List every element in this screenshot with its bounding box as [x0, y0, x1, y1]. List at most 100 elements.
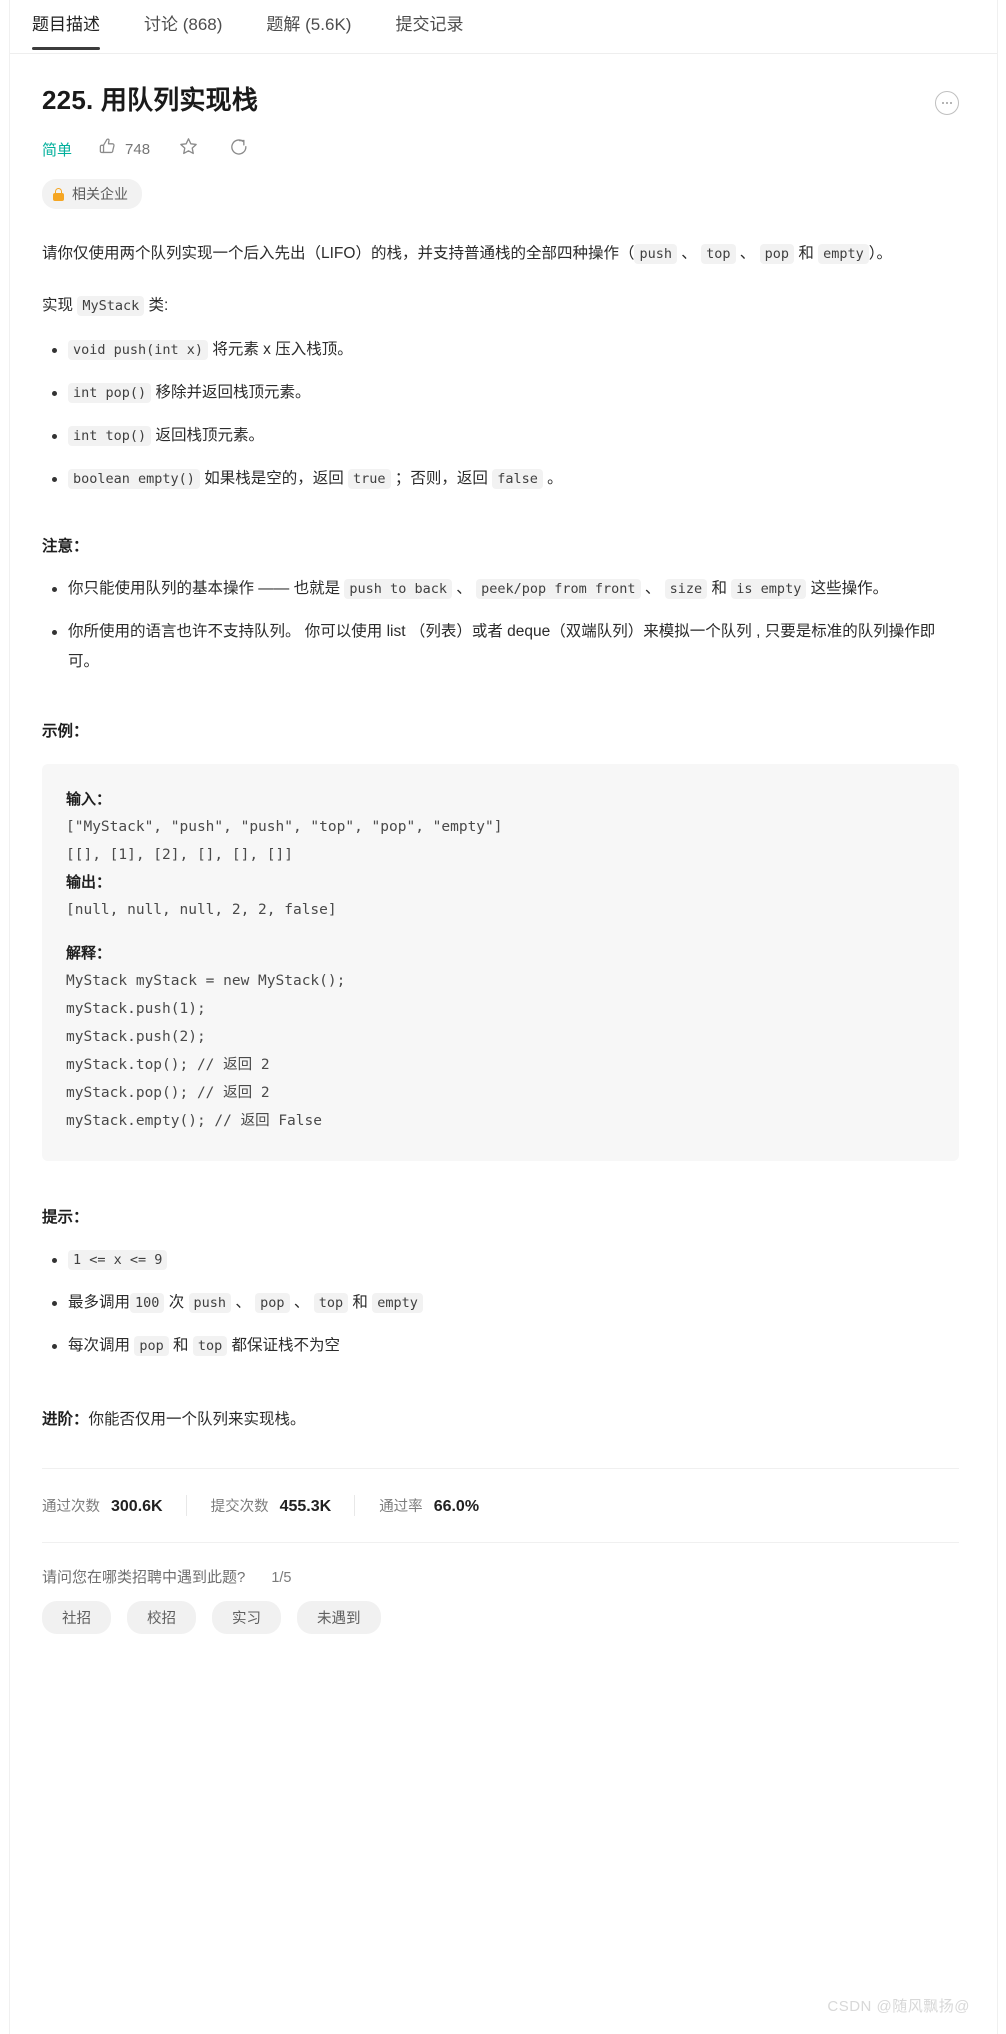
- example-output-code: [null, null, null, 2, 2, false]: [66, 902, 337, 918]
- inline-code: 1 <= x <= 9: [68, 1250, 168, 1270]
- inline-code: top: [701, 244, 736, 264]
- page-gutter-left: [0, 0, 10, 2034]
- poll-option-weiyudao[interactable]: 未遇到: [297, 1601, 381, 1634]
- inline-code: false: [492, 469, 543, 489]
- related-companies-label: 相关企业: [72, 186, 128, 202]
- stat-acceptance-rate: 通过率 66.0%: [354, 1495, 502, 1516]
- example-input-code: ["MyStack", "push", "push", "top", "pop"…: [66, 819, 503, 863]
- methods-list: void push(int x) 将元素 x 压入栈顶。 int pop() 移除…: [42, 335, 959, 494]
- dot: [941, 101, 944, 105]
- problem-page: 题目描述 讨论 (868) 题解 (5.6K) 提交记录 225. 用队列实现栈…: [0, 0, 1006, 2034]
- inline-code: empty: [372, 1293, 423, 1313]
- tab-submissions[interactable]: 提交记录: [395, 0, 463, 36]
- tab-description[interactable]: 题目描述: [32, 0, 100, 50]
- inline-code: boolean empty(): [68, 469, 200, 489]
- inline-code: true: [348, 469, 391, 489]
- example-input-label: 输入：: [66, 791, 112, 808]
- watermark: CSDN @随风飘扬@: [827, 1998, 970, 2015]
- stat-submissions: 提交次数 455.3K: [185, 1495, 355, 1516]
- implement-class-line: 实现 MyStack 类:: [42, 296, 169, 316]
- favorite-button[interactable]: [178, 136, 199, 162]
- list-item: 你只能使用队列的基本操作 —— 也就是 push to back 、 peek/…: [52, 574, 959, 604]
- lock-icon: [53, 187, 64, 201]
- title-row: 225. 用队列实现栈: [42, 54, 959, 117]
- inline-code: pop: [255, 1293, 290, 1313]
- list-item: 每次调用 pop 和 top 都保证栈不为空: [52, 1331, 959, 1361]
- inline-code: top: [192, 1336, 228, 1356]
- list-item: int pop() 移除并返回栈顶元素。: [52, 378, 959, 408]
- example-explain-code: MyStack myStack = new MyStack(); myStack…: [66, 973, 346, 1129]
- inline-code: push to back: [344, 579, 452, 599]
- stat-value: 66.0%: [433, 1498, 480, 1515]
- inline-code: is empty: [731, 579, 807, 599]
- notes-heading: 注意：: [42, 538, 89, 555]
- inline-code: top: [313, 1293, 349, 1313]
- inline-code: size: [664, 579, 708, 599]
- poll-index: 1/5: [271, 1570, 292, 1586]
- meta-row: 简单 748: [42, 137, 959, 161]
- stat-label: 通过率: [379, 1499, 423, 1515]
- advanced-text: 你能否仅用一个队列来实现栈。: [88, 1411, 306, 1428]
- inline-code: push: [634, 244, 677, 264]
- inline-code: MyStack: [77, 296, 145, 316]
- poll-question: 请问您在哪类招聘中遇到此题?: [42, 1569, 246, 1586]
- page-title: 225. 用队列实现栈: [42, 85, 259, 115]
- inline-code: int pop(): [68, 383, 152, 403]
- lock-body: [53, 192, 64, 201]
- hints-list: 1 <= x <= 9 最多调用 100 次 push 、 pop 、 top 和 …: [42, 1245, 959, 1361]
- inline-code: void push(int x): [68, 340, 209, 360]
- poll-question-row: 请问您在哪类招聘中遇到此题? 1/5: [42, 1566, 959, 1587]
- more-options-icon[interactable]: [935, 91, 959, 115]
- list-item: int top() 返回栈顶元素。: [52, 421, 959, 451]
- inline-code: 100: [130, 1293, 165, 1313]
- tab-bar: 题目描述 讨论 (868) 题解 (5.6K) 提交记录: [10, 0, 997, 54]
- problem-intro: 请你仅使用两个队列实现一个后入先出（LIFO）的栈，并支持普通栈的全部四种操作（…: [42, 244, 893, 264]
- like-button[interactable]: 748: [98, 137, 150, 161]
- badge-row: 相关企业: [42, 179, 959, 209]
- inline-code: int top(): [68, 426, 152, 446]
- poll-option-shixi[interactable]: 实习: [212, 1601, 281, 1634]
- stat-accepted: 通过次数 300.6K: [42, 1495, 186, 1516]
- inline-code: push: [188, 1293, 232, 1313]
- related-companies-badge[interactable]: 相关企业: [42, 179, 142, 209]
- inline-code: peek/pop from front: [476, 579, 641, 599]
- hints-heading: 提示：: [42, 1209, 89, 1226]
- dot: [950, 101, 953, 105]
- tab-discussion[interactable]: 讨论 (868): [144, 0, 222, 36]
- tab-solutions[interactable]: 题解 (5.6K): [266, 0, 351, 36]
- stats-row: 通过次数 300.6K 提交次数 455.3K 通过率 66.0%: [42, 1468, 959, 1516]
- example-output-label: 输出：: [66, 874, 112, 891]
- example-heading: 示例：: [42, 723, 89, 740]
- advanced-row: 进阶：你能否仅用一个队列来实现栈。: [42, 1405, 959, 1434]
- problem-content: 225. 用队列实现栈 简单 748 相关企业 请你仅使用两个队列实现一个后入先…: [10, 54, 997, 1634]
- stat-label: 提交次数: [210, 1499, 269, 1515]
- advanced-label: 进阶：: [42, 1411, 89, 1428]
- dot: [945, 101, 949, 105]
- list-item: 你所使用的语言也许不支持队列。 你可以使用 list （列表）或者 deque（…: [52, 617, 959, 677]
- difficulty-badge[interactable]: 简单: [42, 139, 72, 160]
- poll-option-xiaozhao[interactable]: 校招: [127, 1601, 196, 1634]
- share-button[interactable]: [229, 137, 249, 162]
- stat-label: 通过次数: [42, 1499, 100, 1515]
- inline-code: pop: [134, 1336, 169, 1356]
- example-explain-label: 解释：: [66, 945, 112, 962]
- star-icon: [178, 136, 199, 162]
- like-count: 748: [125, 140, 151, 158]
- notes-list: 你只能使用队列的基本操作 —— 也就是 push to back 、 peek/…: [42, 574, 959, 677]
- poll-option-shezhao[interactable]: 社招: [42, 1601, 111, 1634]
- poll-options: 社招 校招 实习 未遇到: [42, 1601, 959, 1634]
- share-icon: [229, 137, 249, 162]
- stat-value: 455.3K: [279, 1498, 332, 1515]
- thumbs-up-icon: [98, 137, 117, 161]
- inline-code: pop: [759, 244, 795, 264]
